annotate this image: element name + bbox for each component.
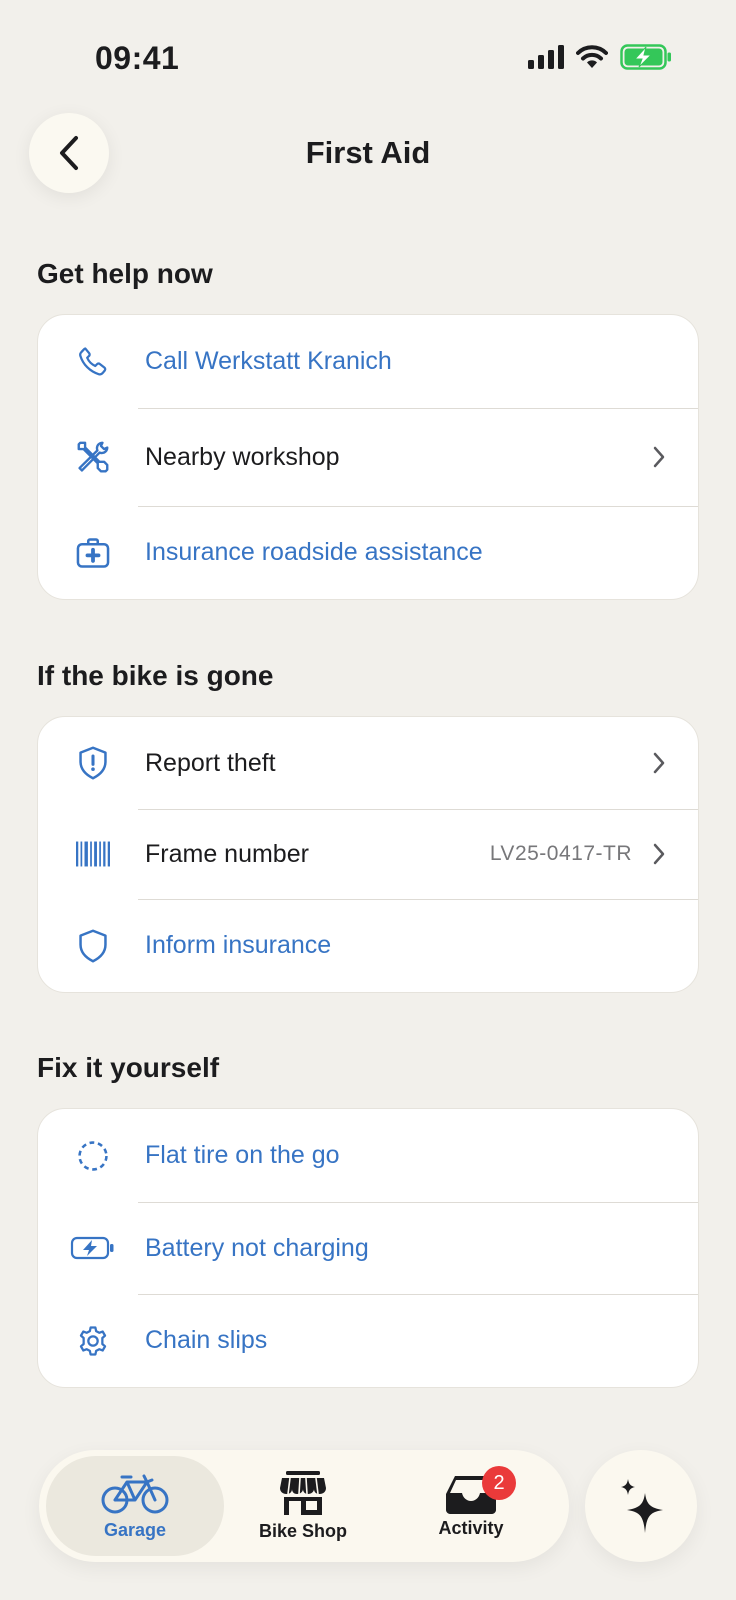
chevron-right-icon — [652, 841, 672, 867]
store-icon — [280, 1470, 326, 1515]
chevron-right-icon — [652, 444, 672, 470]
wifi-icon — [576, 45, 608, 68]
phone-icon — [70, 339, 116, 385]
ai-assistant-button[interactable] — [585, 1450, 697, 1562]
chain-slips-label: Chain slips — [145, 1326, 268, 1354]
battery-charging-icon — [70, 1225, 116, 1271]
status-icons — [528, 44, 672, 70]
tab-garage-label: Garage — [103, 1519, 167, 1540]
dashed-circle-icon — [70, 1133, 116, 1179]
insurance-roadside-label: Insurance roadside assistance — [145, 538, 483, 566]
bicycle-icon — [101, 1474, 169, 1513]
inform-insurance-row[interactable]: Inform insurance — [38, 899, 698, 992]
inform-insurance-label: Inform insurance — [145, 931, 332, 959]
status-bar: 09:41 — [0, 0, 736, 110]
barcode-icon — [70, 831, 116, 877]
insurance-roadside-row[interactable]: Insurance roadside assistance — [38, 506, 698, 599]
section-title-fix-yourself: Fix it yourself — [37, 1052, 220, 1083]
battery-charging-icon — [620, 44, 671, 70]
report-theft-label: Report theft — [145, 748, 276, 777]
nearby-workshop-row[interactable]: Nearby workshop — [38, 408, 698, 506]
sparkles-icon — [621, 1479, 663, 1533]
signal-icon — [528, 45, 564, 69]
tab-bar: Garage Bike Shop Activity 2 — [39, 1450, 569, 1562]
tab-bike-shop-label: Bike Shop — [258, 1520, 347, 1541]
shield-icon — [70, 923, 116, 969]
report-theft-row[interactable]: Report theft — [38, 717, 698, 809]
battery-not-charging-label: Battery not charging — [145, 1233, 369, 1262]
card-get-help: Call Werkstatt Kranich Nearby workshop I… — [37, 314, 699, 600]
call-werkstatt-label: Call Werkstatt Kranich — [145, 347, 392, 375]
status-time: 09:41 — [95, 40, 180, 76]
battery-not-charging-row[interactable]: Battery not charging — [38, 1202, 698, 1294]
card-fix-yourself: Flat tire on the go Battery not charging… — [37, 1108, 699, 1388]
chevron-right-icon — [652, 750, 672, 776]
tools-icon — [70, 434, 116, 480]
flat-tire-label: Flat tire on the go — [145, 1141, 340, 1169]
shield-alert-icon — [70, 740, 116, 786]
tab-garage[interactable]: Garage — [46, 1456, 224, 1556]
nearby-workshop-label: Nearby workshop — [145, 442, 340, 471]
frame-number-label: Frame number — [145, 839, 309, 868]
gear-icon — [70, 1318, 116, 1364]
section-title-get-help: Get help now — [37, 258, 213, 289]
card-bike-gone: Report theft Frame number LV25-0417-TR I… — [37, 716, 699, 993]
section-title-bike-gone: If the bike is gone — [37, 660, 274, 691]
tab-bike-shop[interactable]: Bike Shop — [214, 1456, 392, 1556]
tab-activity-label: Activity — [438, 1517, 504, 1538]
flat-tire-row[interactable]: Flat tire on the go — [38, 1109, 698, 1202]
notification-badge: 2 — [482, 1466, 516, 1500]
frame-number-value: LV25-0417-TR — [489, 842, 632, 865]
medical-kit-icon — [70, 530, 116, 576]
tab-activity[interactable]: Activity 2 — [382, 1456, 560, 1556]
call-werkstatt-row[interactable]: Call Werkstatt Kranich — [38, 315, 698, 408]
page-title: First Aid — [305, 135, 431, 170]
frame-number-row[interactable]: Frame number LV25-0417-TR — [38, 809, 698, 899]
chain-slips-row[interactable]: Chain slips — [38, 1294, 698, 1387]
